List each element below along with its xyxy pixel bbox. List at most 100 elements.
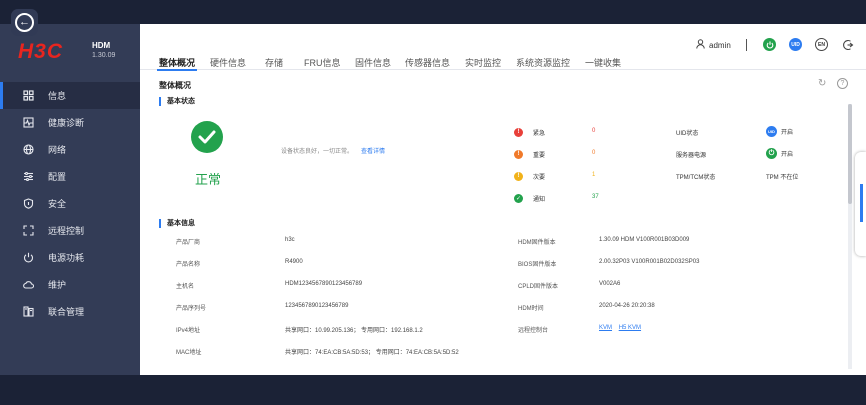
info-label: HDM时间 bbox=[518, 306, 544, 312]
server-power-label: 服务器电源 bbox=[676, 153, 707, 159]
sidebar-item-network[interactable]: 网络 bbox=[0, 136, 140, 163]
health-status-text: 正常 bbox=[195, 172, 222, 187]
info-value: 共享网口：74:EA:CB:5A:5D:53； 专用网口：74:EA:CB:5A… bbox=[285, 350, 459, 356]
power-icon bbox=[22, 252, 34, 264]
tab-system-resources[interactable]: 系统资源监控 bbox=[516, 56, 570, 69]
sidebar-item-power[interactable]: 电源功耗 bbox=[0, 244, 140, 271]
tpm-status-label: TPM/TCM状态 bbox=[676, 175, 716, 181]
refresh-icon[interactable]: ↻ bbox=[818, 78, 826, 89]
back-button[interactable]: ← bbox=[11, 9, 38, 36]
tab-realtime[interactable]: 实时监控 bbox=[465, 56, 501, 69]
sidebar-item-config[interactable]: 配置 bbox=[0, 163, 140, 190]
help-icon[interactable]: ? bbox=[837, 78, 848, 89]
back-arrow-icon: ← bbox=[15, 13, 34, 32]
sidebar-item-label: 安全 bbox=[48, 199, 67, 209]
info-label: 远程控制台 bbox=[518, 328, 549, 334]
header-divider bbox=[746, 39, 747, 51]
uid-status-text: 开启 bbox=[781, 130, 794, 136]
user-icon bbox=[696, 39, 705, 51]
alarm-label: 紧急 bbox=[533, 130, 546, 137]
sidebar-item-label: 配置 bbox=[48, 172, 67, 182]
server-power-value[interactable]: ⏻ 开启 bbox=[766, 148, 793, 159]
info-value: 1.30.09 HDM V100R001B03D009 bbox=[599, 237, 690, 243]
sidebar-item-info[interactable]: 信息 bbox=[0, 82, 140, 109]
sidebar: H3C HDM 1.30.09 信息 健康诊断 网络 配置 安全 远程控制 电源… bbox=[0, 24, 140, 375]
sidebar-item-federation[interactable]: 联合管理 bbox=[0, 298, 140, 325]
power-status-icon[interactable] bbox=[763, 38, 776, 51]
view-details-link[interactable]: 查看详情 bbox=[361, 146, 385, 155]
server-power-text: 开启 bbox=[781, 152, 794, 158]
alarm-notice[interactable]: ✓ 通知 bbox=[514, 193, 545, 203]
major-alarm-icon: ! bbox=[514, 149, 523, 159]
health-status-description: 设备状态良好，一切正常。 bbox=[281, 149, 354, 155]
top-bar bbox=[0, 0, 866, 24]
alarm-label: 次要 bbox=[533, 174, 546, 181]
basic-status-heading: 基本状态 bbox=[159, 97, 195, 106]
sidebar-item-label: 维护 bbox=[48, 280, 67, 290]
tab-fru[interactable]: FRU信息 bbox=[304, 56, 341, 69]
info-label: 产品序列号 bbox=[176, 306, 207, 312]
uid-status-value[interactable]: UID 开启 bbox=[766, 126, 793, 137]
sidebar-nav: 信息 健康诊断 网络 配置 安全 远程控制 电源功耗 维护 联合管理 bbox=[0, 82, 140, 325]
kvm-link[interactable]: KVM bbox=[599, 325, 612, 331]
shield-icon bbox=[22, 198, 34, 210]
uid-status-label: UID状态 bbox=[676, 131, 699, 137]
logo: H3C HDM 1.30.09 bbox=[18, 40, 115, 64]
sidebar-item-remote[interactable]: 远程控制 bbox=[0, 217, 140, 244]
power-icon: ⏻ bbox=[766, 148, 777, 159]
tab-firmware[interactable]: 固件信息 bbox=[355, 56, 391, 69]
h5-kvm-link[interactable]: H5 KVM bbox=[619, 325, 641, 331]
alarm-count[interactable]: 0 bbox=[592, 128, 595, 134]
sidebar-item-maintenance[interactable]: 维护 bbox=[0, 271, 140, 298]
info-label: 主机名 bbox=[176, 284, 195, 290]
remote-icon bbox=[22, 225, 34, 237]
h3c-logo: H3C bbox=[18, 40, 64, 63]
uid-icon: UID bbox=[766, 126, 777, 137]
alarm-critical[interactable]: ! 紧急 bbox=[514, 127, 545, 137]
globe-icon bbox=[22, 144, 34, 156]
info-value: HDM1234567890123456789 bbox=[285, 281, 363, 287]
tab-storage[interactable]: 存储 bbox=[265, 56, 283, 69]
sidebar-item-security[interactable]: 安全 bbox=[0, 190, 140, 217]
sidebar-item-label: 信息 bbox=[48, 91, 67, 101]
cloud-icon bbox=[22, 279, 34, 291]
tab-sensors[interactable]: 传感器信息 bbox=[405, 56, 450, 69]
info-label: IPv4地址 bbox=[176, 328, 201, 334]
info-label: HDM固件版本 bbox=[518, 240, 556, 246]
uid-button[interactable]: UID bbox=[789, 38, 802, 51]
critical-alarm-icon: ! bbox=[514, 127, 523, 137]
info-label: BIOS固件版本 bbox=[518, 262, 557, 268]
alarm-count[interactable]: 1 bbox=[592, 172, 595, 178]
alarm-count[interactable]: 0 bbox=[592, 150, 595, 156]
status-ok-icon bbox=[191, 121, 223, 153]
info-value: 共享网口：10.99.205.136； 专用网口：192.168.1.2 bbox=[285, 328, 423, 334]
tab-hardware[interactable]: 硬件信息 bbox=[210, 56, 246, 69]
info-label: MAC地址 bbox=[176, 350, 202, 356]
logout-icon[interactable] bbox=[842, 38, 855, 51]
alarm-count[interactable]: 37 bbox=[592, 194, 599, 200]
sidebar-item-label: 联合管理 bbox=[48, 307, 85, 317]
sidebar-item-health[interactable]: 健康诊断 bbox=[0, 109, 140, 136]
info-label: 产品厂商 bbox=[176, 240, 201, 246]
language-button[interactable]: EN bbox=[815, 38, 828, 51]
floating-side-panel-handle[interactable] bbox=[855, 152, 866, 256]
info-value: h3c bbox=[285, 237, 295, 243]
sidebar-item-label: 网络 bbox=[48, 145, 67, 155]
alarm-minor[interactable]: ! 次要 bbox=[514, 171, 545, 181]
info-value: 1234567890123456789 bbox=[285, 303, 349, 309]
notice-alarm-icon: ✓ bbox=[514, 193, 523, 203]
user-menu[interactable]: admin bbox=[696, 39, 731, 51]
remote-console-links: KVM H5 KVM bbox=[599, 325, 641, 331]
scrollbar-thumb[interactable] bbox=[848, 104, 852, 204]
username: admin bbox=[709, 40, 731, 50]
info-label: CPLD固件版本 bbox=[518, 284, 559, 290]
sidebar-item-label: 健康诊断 bbox=[48, 118, 85, 128]
info-value: R4900 bbox=[285, 259, 303, 265]
alarm-major[interactable]: ! 重要 bbox=[514, 149, 545, 159]
server-icon bbox=[22, 306, 34, 318]
tab-one-click-collect[interactable]: 一键收集 bbox=[585, 56, 621, 69]
info-value: 2.00.32P03 V100R001B02D032SP03 bbox=[599, 259, 700, 265]
alarm-label: 通知 bbox=[533, 196, 546, 203]
sidebar-item-label: 远程控制 bbox=[48, 226, 85, 236]
tab-overview[interactable]: 整体概况 bbox=[156, 56, 198, 71]
